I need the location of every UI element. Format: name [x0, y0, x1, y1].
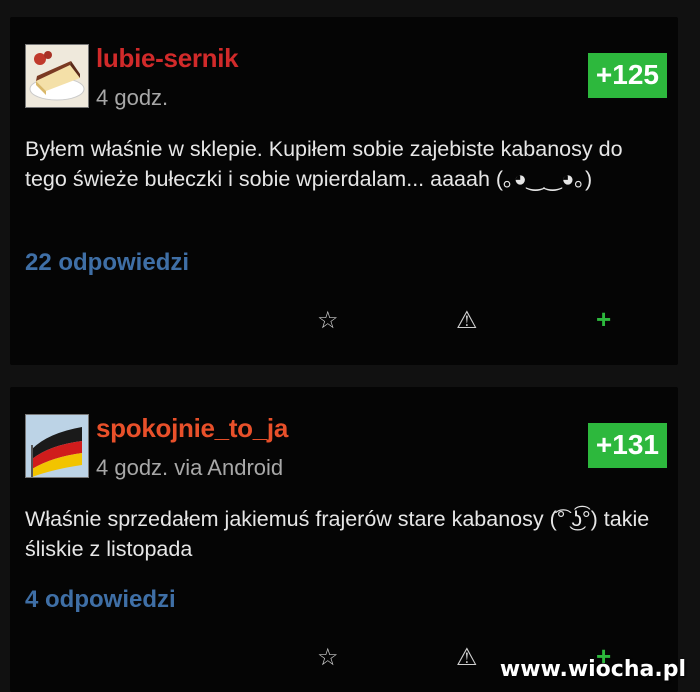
cheesecake-avatar[interactable] — [25, 44, 89, 108]
comment-card: spokojnie_to_ja 4 godz. via Android +131… — [10, 387, 678, 692]
vote-score-badge[interactable]: +131 — [587, 423, 667, 468]
replies-link[interactable]: 4 odpowiedzi — [25, 586, 176, 614]
comment-card: lubie-sernik 4 godz. +125 Byłem właśnie … — [10, 17, 678, 365]
comment-text: Byłem właśnie w sklepie. Kupiłem sobie z… — [25, 137, 623, 191]
post-time: 4 godz. — [96, 85, 169, 110]
german-flag-avatar[interactable] — [25, 414, 89, 478]
username[interactable]: lubie-sernik — [96, 43, 239, 74]
post-time: 4 godz. via Android — [96, 455, 284, 480]
report-warning-icon[interactable]: ⚠ — [456, 309, 478, 333]
favorite-star-icon[interactable]: ☆ — [317, 646, 339, 670]
favorite-star-icon[interactable]: ☆ — [317, 309, 339, 333]
comment-text: Właśnie sprzedałem jakiemuś frajerów sta… — [25, 507, 650, 561]
vote-score-badge[interactable]: +125 — [587, 53, 667, 98]
site-watermark: www.wiocha.pl — [499, 657, 686, 682]
replies-link[interactable]: 22 odpowiedzi — [25, 249, 189, 277]
username[interactable]: spokojnie_to_ja — [96, 413, 288, 444]
report-warning-icon[interactable]: ⚠ — [456, 646, 478, 670]
upvote-plus-icon[interactable]: + — [596, 306, 611, 332]
